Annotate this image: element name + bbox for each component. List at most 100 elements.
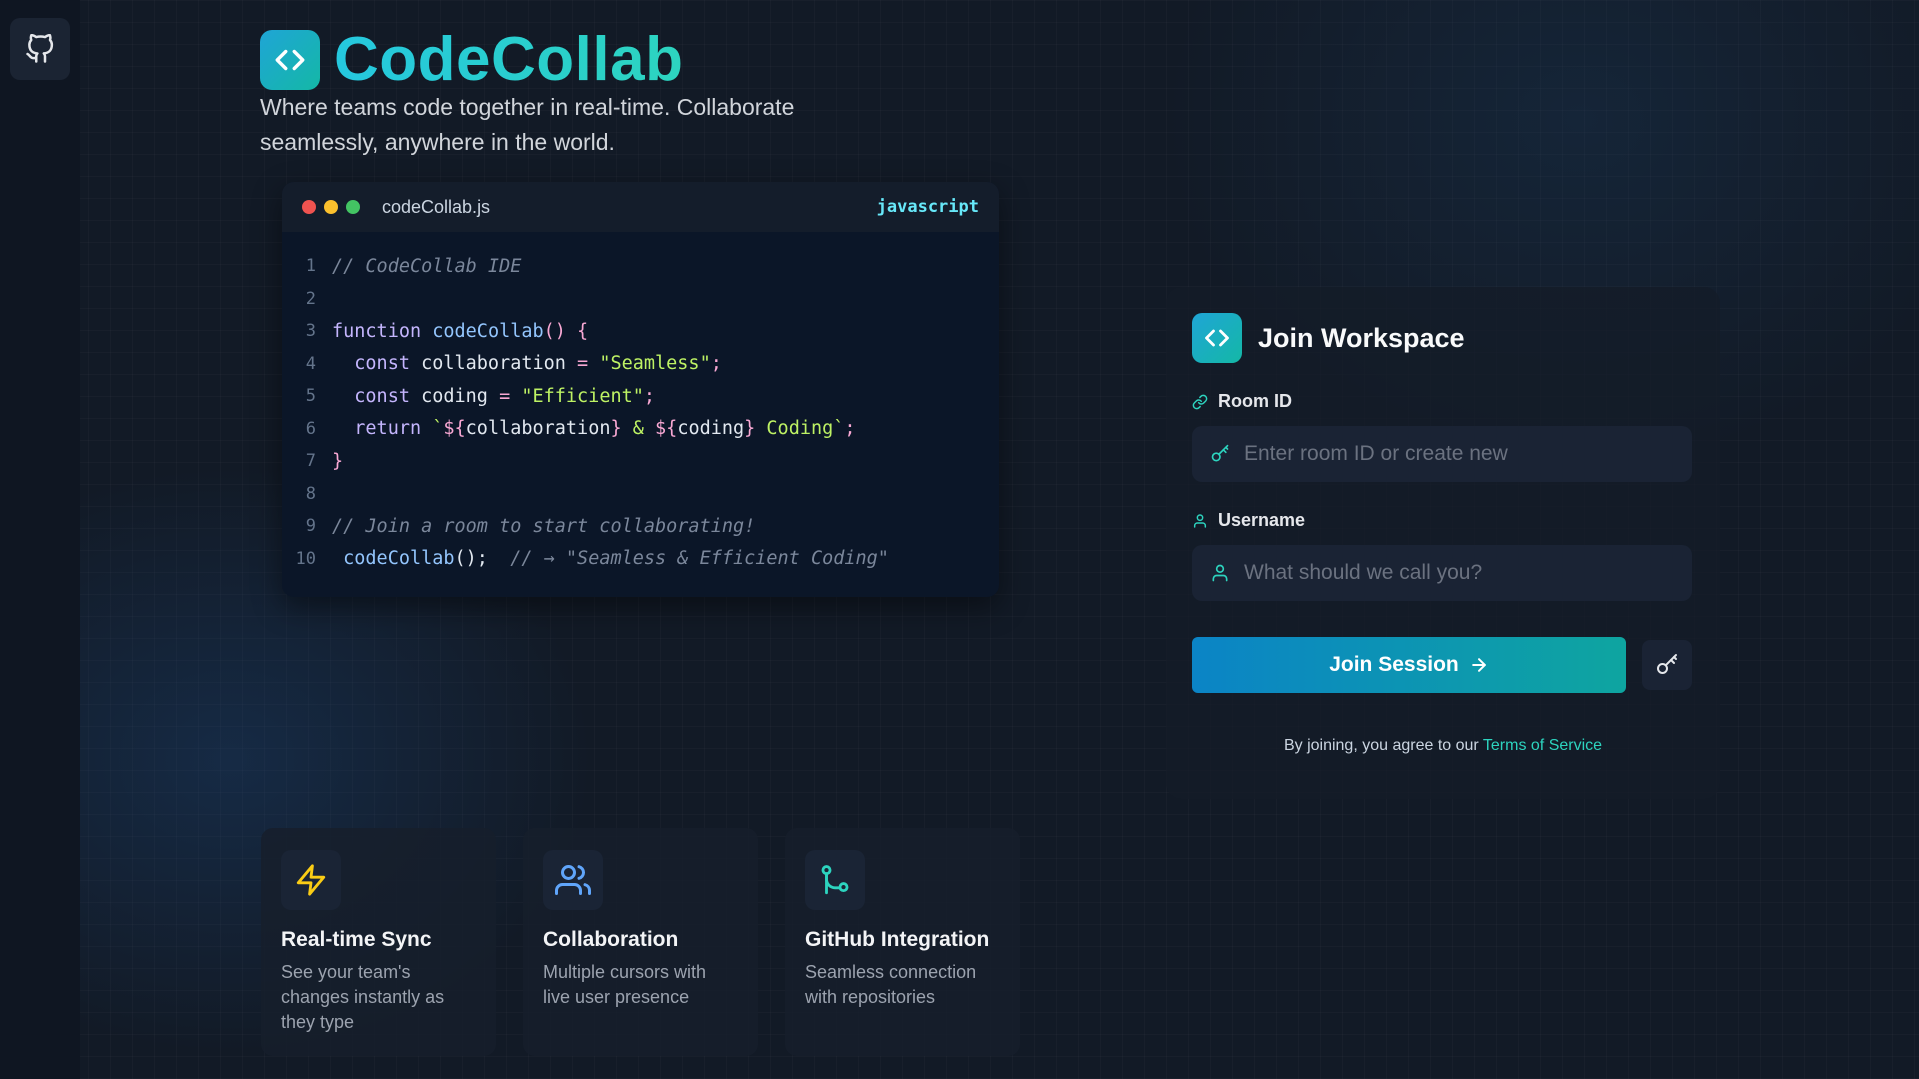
feature-title: Real-time Sync	[281, 928, 432, 951]
code-token: return	[332, 418, 433, 440]
code-token: codeCollab	[432, 320, 544, 342]
brand-title: CodeCollab	[334, 25, 684, 94]
code-token: // CodeCollab IDE	[332, 255, 522, 277]
code-token: ;	[643, 385, 656, 407]
code-token: ${	[655, 418, 678, 440]
line-number: 6	[305, 418, 316, 439]
feature-icon-box	[543, 850, 603, 910]
username-label-text: Username	[1218, 510, 1306, 530]
key-icon	[1657, 654, 1677, 674]
terms-notice: By joining, you agree to our Terms of Se…	[1192, 737, 1694, 755]
terms-text: By joining, you agree to our	[1283, 737, 1483, 754]
code-token: "Efficient"	[521, 385, 644, 407]
code-token: const	[332, 353, 422, 375]
code-token: function	[332, 320, 433, 342]
line-number: 2	[305, 288, 316, 309]
line-number: 3	[305, 321, 316, 342]
feature-description: Seamless connection with repositories	[805, 962, 977, 1007]
username-group: Username	[1192, 510, 1694, 601]
code-line: 10 codeCollab (); // → "Seamless & Effici…	[282, 543, 999, 576]
join-session-button[interactable]: Join Session	[1192, 637, 1626, 693]
join-logo	[1192, 313, 1242, 363]
code-line: 4 const collaboration = "Seamless";	[282, 348, 999, 381]
key-icon	[1211, 444, 1229, 462]
line-number: 1	[305, 256, 316, 277]
brand-logo	[260, 29, 320, 90]
feature-icon-box	[281, 850, 341, 910]
terms-of-service-link[interactable]: Terms of Service	[1483, 737, 1602, 754]
close-dot	[302, 200, 316, 214]
room-id-field[interactable]	[1192, 426, 1692, 482]
username-field[interactable]	[1192, 545, 1692, 601]
language-badge: javascript	[876, 197, 979, 217]
code-line: 7}	[282, 445, 999, 478]
code-token: codeCollab	[332, 548, 455, 570]
code-line: 3 function codeCollab() {	[282, 315, 999, 348]
feature-title: Collaboration	[543, 928, 679, 951]
room-id-group: Room ID	[1192, 391, 1694, 482]
feature-card-github-integration: GitHub Integration Seamless connection w…	[785, 828, 1020, 1056]
link-icon	[1192, 394, 1208, 409]
username-label: Username	[1192, 510, 1694, 531]
line-number: 9	[305, 516, 316, 537]
minimize-dot	[324, 200, 338, 214]
code-token: coding	[677, 418, 745, 440]
code-token: =	[487, 385, 522, 407]
github-button[interactable]	[10, 18, 70, 80]
code-token: // → "Seamless & Efficient Coding"	[487, 548, 889, 570]
code-window-header: codeCollab.js javascript	[282, 182, 999, 232]
code-token: "Seamless"	[599, 353, 711, 375]
room-id-label: Room ID	[1192, 391, 1694, 412]
generate-room-button[interactable]	[1642, 640, 1692, 690]
tagline: Where teams code together in real-time. …	[260, 94, 795, 155]
left-rail	[0, 0, 80, 1079]
join-session-label: Join Session	[1329, 653, 1459, 676]
maximize-dot	[346, 200, 360, 214]
code-token: }	[332, 450, 344, 472]
code-token: ;	[710, 353, 722, 375]
user-icon	[1193, 513, 1207, 528]
room-id-label-text: Room ID	[1218, 391, 1292, 411]
line-number: 10	[295, 548, 316, 569]
room-id-input[interactable]	[1244, 442, 1674, 466]
lightning-icon	[296, 864, 326, 896]
code-line: 8	[282, 478, 999, 511]
code-token: ${	[443, 418, 466, 440]
code-token: `	[432, 418, 444, 440]
feature-description: See your team's changes instantly as the…	[281, 962, 445, 1032]
line-number: 7	[305, 451, 316, 472]
code-token: coding	[421, 385, 488, 407]
code-token: ;	[844, 418, 856, 440]
join-title: Join Workspace	[1258, 322, 1465, 353]
join-workspace-card: Join Workspace Room ID Username	[1166, 287, 1720, 799]
feature-icon-box	[805, 850, 865, 910]
code-token: Coding`	[755, 418, 845, 440]
line-number: 8	[305, 483, 316, 504]
code-token: }	[610, 418, 622, 440]
code-line: 5 const coding = "Efficient";	[282, 380, 999, 413]
line-number: 5	[305, 386, 316, 407]
code-brackets-icon	[275, 49, 305, 70]
feature-description: Multiple cursors with live user presence	[543, 962, 707, 1007]
code-body: 1// CodeCollab IDE 2 3 function codeCollab(…	[282, 232, 999, 575]
code-token: =	[565, 353, 600, 375]
line-number: 4	[305, 353, 316, 374]
github-icon	[26, 34, 54, 63]
code-token: // Join a room to start collaborating!	[332, 515, 756, 537]
feature-card-collaboration: Collaboration Multiple cursors with live…	[523, 828, 758, 1056]
code-line: 2	[282, 283, 999, 316]
join-actions: Join Session	[1192, 637, 1694, 693]
git-branch-icon	[821, 865, 849, 895]
code-token: ();	[454, 548, 488, 570]
code-token: &	[621, 418, 656, 440]
user-icon	[1212, 564, 1228, 582]
code-brackets-icon	[1205, 329, 1229, 347]
join-header: Join Workspace	[1192, 313, 1694, 363]
feature-title: GitHub Integration	[805, 928, 990, 951]
code-line: 6 return ` ${collaboration} & ${coding} C…	[282, 413, 999, 446]
username-input[interactable]	[1244, 561, 1674, 585]
code-token: collaboration	[421, 353, 566, 375]
arrow-right-icon	[1471, 658, 1486, 672]
code-line: 1 // CodeCollab IDE	[282, 250, 999, 283]
code-token: () {	[543, 320, 589, 342]
